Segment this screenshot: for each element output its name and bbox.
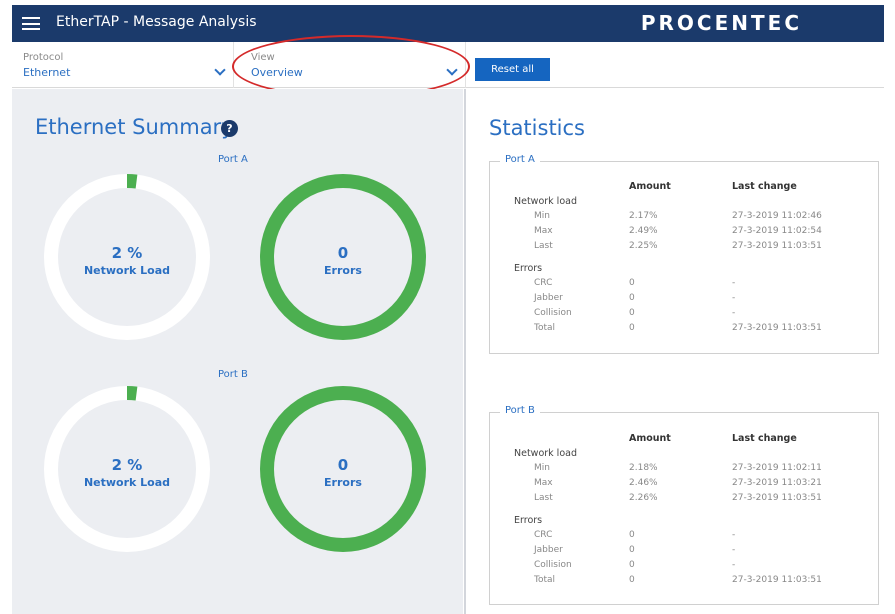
errors-group: Errors: [514, 515, 543, 526]
row-last-change: 27-3-2019 11:02:46: [732, 211, 822, 221]
chevron-down-icon[interactable]: [446, 64, 458, 76]
row-amount: 0: [629, 323, 635, 333]
row-last-change: -: [732, 530, 736, 540]
hamburger-menu-icon[interactable]: [22, 17, 40, 30]
row-amount: 2.17%: [629, 211, 658, 221]
row-name: Jabber: [534, 293, 563, 303]
port-a-statistics: Port A Amount Last change Network load M…: [489, 154, 879, 354]
row-last-change: 27-3-2019 11:03:51: [732, 575, 822, 585]
row-amount: 2.25%: [629, 241, 658, 251]
row-name: Total: [534, 323, 556, 333]
row-amount: 0: [629, 560, 635, 570]
row-last-change: -: [732, 545, 736, 555]
network-load-group: Network load: [514, 448, 577, 459]
port-a-label: Port A: [218, 154, 248, 165]
row-last-change: 27-3-2019 11:03:21: [732, 478, 822, 488]
row-last-change: 27-3-2019 11:03:51: [732, 323, 822, 333]
app-header: EtherTAP - Message Analysis PROCENTEC: [12, 5, 884, 42]
reset-all-button[interactable]: Reset all: [475, 58, 550, 81]
row-amount: 2.49%: [629, 226, 658, 236]
row-name: Min: [534, 211, 550, 221]
protocol-value[interactable]: Ethernet: [23, 66, 70, 79]
brand-logo: PROCENTEC: [640, 11, 802, 35]
load-caption: Network Load: [83, 476, 171, 489]
port-b-statistics: Port B Amount Last change Network load M…: [489, 405, 879, 605]
row-amount: 2.46%: [629, 478, 658, 488]
chevron-down-icon[interactable]: [214, 64, 226, 76]
port-a-errors-gauge: 0 Errors: [258, 172, 428, 342]
row-last-change: 27-3-2019 11:03:51: [732, 493, 822, 503]
row-last-change: 27-3-2019 11:02:54: [732, 226, 822, 236]
selector-bar: Protocol Ethernet View Overview: [12, 42, 884, 88]
view-select[interactable]: View Overview: [240, 42, 466, 88]
last-change-header: Last change: [732, 433, 797, 444]
network-load-group: Network load: [514, 196, 577, 207]
row-amount: 0: [629, 308, 635, 318]
row-amount: 0: [629, 278, 635, 288]
port-b-load-gauge: 2 % Network Load: [42, 384, 212, 554]
errors-value: 0: [337, 244, 349, 262]
row-amount: 0: [629, 545, 635, 555]
load-caption: Network Load: [83, 264, 171, 277]
row-amount: 0: [629, 575, 635, 585]
row-name: Jabber: [534, 545, 563, 555]
protocol-select[interactable]: Protocol Ethernet: [12, 42, 234, 88]
row-name: Collision: [534, 308, 572, 318]
row-name: Total: [534, 575, 556, 585]
errors-value: 0: [337, 456, 349, 474]
row-last-change: -: [732, 560, 736, 570]
app-title: EtherTAP - Message Analysis: [56, 14, 257, 30]
port-b-legend: Port B: [500, 405, 540, 416]
row-amount: 0: [629, 293, 635, 303]
row-name: CRC: [534, 530, 553, 540]
panel-divider: [464, 89, 466, 614]
errors-caption: Errors: [324, 476, 362, 489]
view-label: View: [251, 52, 275, 63]
statistics-title: Statistics: [489, 116, 585, 140]
port-a-legend: Port A: [500, 154, 540, 165]
errors-group: Errors: [514, 263, 543, 274]
row-name: Collision: [534, 560, 572, 570]
row-name: Max: [534, 226, 553, 236]
row-amount: 0: [629, 530, 635, 540]
row-amount: 2.18%: [629, 463, 658, 473]
row-name: Min: [534, 463, 550, 473]
row-last-change: -: [732, 278, 736, 288]
row-amount: 2.26%: [629, 493, 658, 503]
row-last-change: 27-3-2019 11:03:51: [732, 241, 822, 251]
summary-title: Ethernet Summary: [35, 115, 234, 139]
load-value: 2 %: [111, 244, 143, 262]
amount-header: Amount: [629, 433, 671, 444]
port-a-load-gauge: 2 % Network Load: [42, 172, 212, 342]
protocol-label: Protocol: [23, 52, 64, 63]
summary-panel: Ethernet Summary ? Port A 2 % Network Lo…: [12, 89, 463, 614]
port-b-errors-gauge: 0 Errors: [258, 384, 428, 554]
last-change-header: Last change: [732, 181, 797, 192]
row-name: Last: [534, 241, 553, 251]
errors-caption: Errors: [324, 264, 362, 277]
row-name: CRC: [534, 278, 553, 288]
view-value[interactable]: Overview: [251, 66, 303, 79]
amount-header: Amount: [629, 181, 671, 192]
row-last-change: -: [732, 308, 736, 318]
row-name: Last: [534, 493, 553, 503]
row-last-change: -: [732, 293, 736, 303]
port-b-label: Port B: [218, 369, 248, 380]
row-last-change: 27-3-2019 11:02:11: [732, 463, 822, 473]
help-icon[interactable]: ?: [221, 120, 238, 137]
load-value: 2 %: [111, 456, 143, 474]
row-name: Max: [534, 478, 553, 488]
